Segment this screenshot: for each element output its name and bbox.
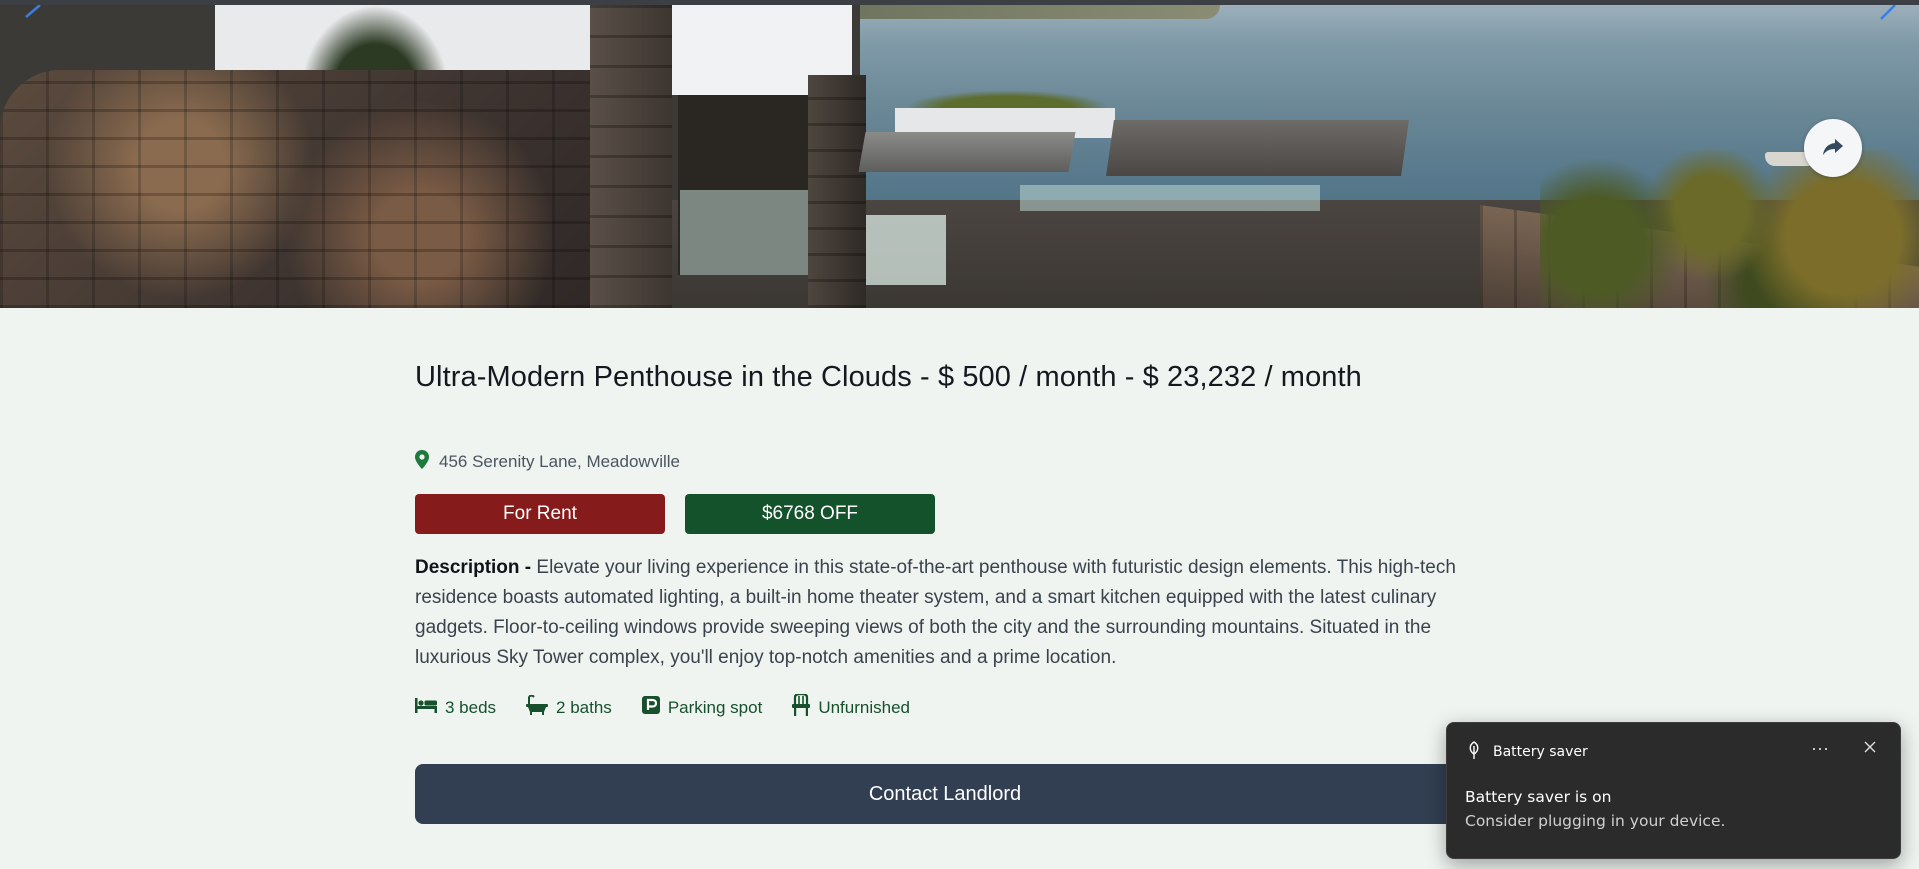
beds-label: 3 beds bbox=[445, 697, 497, 717]
bed-icon bbox=[415, 697, 437, 718]
top-strip bbox=[0, 0, 1919, 5]
hero-image bbox=[0, 0, 1919, 308]
stone-pillar-2 bbox=[808, 75, 866, 308]
parking-label: Parking spot bbox=[667, 697, 763, 717]
features-row: 3 beds 2 baths Parking spot Unfurnished bbox=[415, 692, 910, 721]
contact-landlord-button[interactable]: Contact Landlord bbox=[415, 764, 1475, 824]
stone-wall bbox=[0, 70, 600, 308]
feature-beds: 3 beds bbox=[415, 694, 496, 721]
for-rent-badge: For Rent bbox=[415, 494, 665, 534]
toast-close-button[interactable] bbox=[1855, 733, 1885, 763]
share-button[interactable] bbox=[1804, 119, 1862, 177]
close-icon bbox=[1864, 741, 1876, 756]
bath-icon bbox=[526, 694, 549, 720]
feature-parking: Parking spot bbox=[641, 694, 763, 721]
parking-icon bbox=[641, 696, 660, 719]
description-text: Elevate your living experience in this s… bbox=[415, 557, 1456, 668]
toast-app-name: Battery saver bbox=[1493, 744, 1588, 760]
share-arrow-icon bbox=[1822, 138, 1844, 159]
pergola-roof bbox=[1106, 120, 1409, 176]
description-label: Description - bbox=[415, 557, 537, 578]
battery-saver-toast[interactable]: Battery saver ··· Battery saver is on Co… bbox=[1446, 722, 1901, 859]
glass-panel bbox=[866, 215, 946, 285]
chair-icon bbox=[792, 692, 811, 721]
address-text: 456 Serenity Lane, Meadowville bbox=[439, 452, 680, 471]
previous-image-icon[interactable] bbox=[20, 4, 44, 21]
toast-title: Battery saver is on bbox=[1465, 788, 1612, 806]
furnishing-label: Unfurnished bbox=[818, 697, 910, 717]
far-shore bbox=[860, 5, 1220, 19]
terrace-roof bbox=[858, 132, 1076, 172]
discount-badge: $6768 OFF bbox=[685, 494, 935, 534]
leaf-icon bbox=[1467, 741, 1481, 763]
map-pin-icon bbox=[415, 450, 429, 474]
toast-header: Battery saver bbox=[1467, 741, 1588, 763]
address-row: 456 Serenity Lane, Meadowville bbox=[415, 450, 680, 474]
shrubs bbox=[1540, 150, 1919, 308]
terrace-railing bbox=[1020, 185, 1320, 211]
toast-body: Consider plugging in your device. bbox=[1465, 812, 1726, 830]
description: Description - Elevate your living experi… bbox=[415, 553, 1475, 673]
next-image-icon[interactable] bbox=[1875, 4, 1899, 21]
feature-baths: 2 baths bbox=[526, 694, 612, 721]
baths-label: 2 baths bbox=[556, 697, 612, 717]
feature-furnishing: Unfurnished bbox=[792, 692, 910, 721]
glass-railing bbox=[680, 190, 820, 275]
listing-title: Ultra-Modern Penthouse in the Clouds - $… bbox=[415, 361, 1362, 393]
toast-more-button[interactable]: ··· bbox=[1805, 733, 1835, 763]
stone-pillar bbox=[590, 5, 672, 308]
